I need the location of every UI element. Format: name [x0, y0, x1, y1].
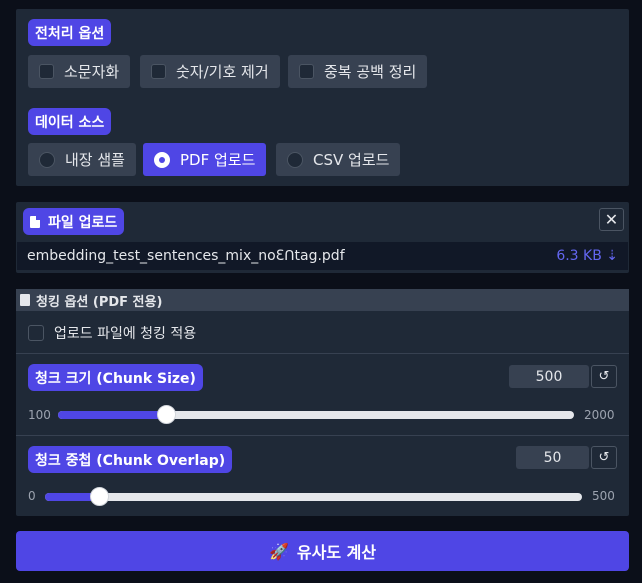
chunk-size-reset-icon[interactable]: ↺	[591, 365, 617, 388]
apply-chunking-checkbox-row[interactable]: 업로드 파일에 청킹 적용	[28, 323, 196, 343]
chunk-overlap-reset-icon[interactable]: ↺	[591, 446, 617, 469]
chunk-overlap-min: 0	[28, 489, 36, 503]
datasource-title: 데이터 소스	[28, 108, 112, 135]
chunk-overlap-max: 500	[592, 489, 615, 503]
divider	[16, 353, 629, 354]
option-remove-digits-symbols[interactable]: 숫자/기호 제거	[140, 55, 280, 88]
option-collapse-whitespace[interactable]: 중복 공백 정리	[288, 55, 428, 88]
radio-pdf-upload[interactable]: PDF 업로드	[143, 143, 267, 176]
file-upload-label: 파일 업로드	[48, 214, 118, 231]
slider-thumb[interactable]	[89, 487, 109, 506]
option-lowercase[interactable]: 소문자화	[28, 55, 131, 88]
file-upload-title: 파일 업로드	[23, 208, 125, 235]
chunk-overlap-input[interactable]: 50	[516, 446, 589, 469]
radio-circle[interactable]	[287, 151, 303, 168]
compute-similarity-button[interactable]: 🚀 유사도 계산	[16, 531, 629, 571]
chunk-size-slider[interactable]	[58, 405, 574, 424]
chunk-size-min: 100	[28, 408, 51, 422]
radio-circle[interactable]	[154, 151, 170, 168]
slider-fill	[58, 411, 167, 419]
divider	[16, 435, 629, 436]
file-icon	[30, 215, 40, 228]
radio-label: 내장 샘플	[65, 151, 125, 169]
chunk-size-label: 청크 크기 (Chunk Size)	[28, 364, 203, 391]
document-icon	[20, 294, 30, 306]
radio-label: PDF 업로드	[180, 151, 256, 169]
option-label: 중복 공백 정리	[324, 63, 417, 81]
checkbox[interactable]	[151, 64, 166, 79]
uploaded-file-row: embedding_test_sentences_mix_noƐꓵtag.pdf…	[17, 242, 628, 270]
chunking-accordion-header[interactable]: 청킹 옵션 (PDF 전용)	[16, 289, 629, 311]
chunking-title: 청킹 옵션 (PDF 전용)	[36, 294, 163, 310]
chunk-size-input[interactable]: 500	[509, 365, 589, 388]
chunk-overlap-slider[interactable]	[45, 487, 582, 506]
checkbox[interactable]	[299, 64, 314, 79]
apply-chunking-label: 업로드 파일에 청킹 적용	[54, 326, 197, 342]
checkbox[interactable]	[28, 325, 44, 341]
option-label: 숫자/기호 제거	[176, 63, 269, 81]
radio-csv-upload[interactable]: CSV 업로드	[276, 143, 401, 176]
radio-circle[interactable]	[39, 151, 55, 168]
checkbox[interactable]	[39, 64, 54, 79]
chunk-size-max: 2000	[584, 408, 615, 422]
radio-builtin-sample[interactable]: 내장 샘플	[28, 143, 136, 176]
close-icon[interactable]: ✕	[599, 208, 624, 231]
file-name: embedding_test_sentences_mix_noƐꓵtag.pdf	[27, 248, 345, 264]
option-label: 소문자화	[64, 63, 120, 81]
preprocess-title: 전처리 옵션	[28, 19, 112, 46]
chunk-overlap-label: 청크 중첩 (Chunk Overlap)	[28, 446, 233, 473]
radio-label: CSV 업로드	[313, 151, 390, 169]
compute-similarity-label: 유사도 계산	[296, 543, 377, 562]
file-size-download-link[interactable]: 6.3 KB ⇣	[556, 248, 618, 264]
rocket-icon: 🚀	[268, 541, 289, 561]
